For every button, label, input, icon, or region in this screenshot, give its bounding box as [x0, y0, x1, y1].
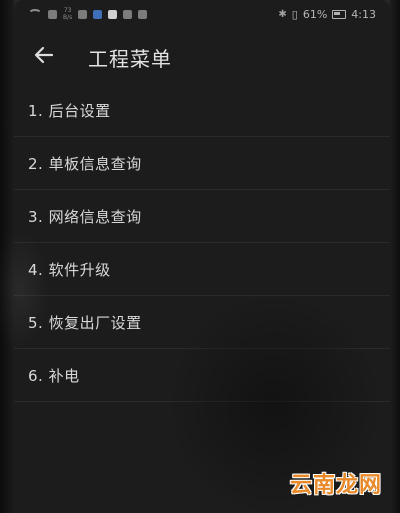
- bluetooth-icon: ✱: [278, 9, 287, 20]
- menu-item-network-info[interactable]: 3. 网络信息查询: [14, 190, 390, 243]
- vibrate-icon: ▯: [291, 8, 298, 21]
- app-notification-icon-blue: [93, 9, 103, 19]
- menu-item-label: 3. 网络信息查询: [28, 207, 142, 226]
- menu-item-board-info[interactable]: 2. 单板信息查询: [14, 137, 390, 190]
- menu-item-factory-reset[interactable]: 5. 恢复出厂设置: [14, 296, 390, 349]
- menu-item-software-upgrade[interactable]: 4. 软件升级: [14, 243, 390, 296]
- battery-icon: [332, 10, 347, 19]
- status-right-group: ✱ ▯ 61% 4:13: [278, 8, 376, 21]
- network-speed-unit: B/s: [63, 14, 73, 21]
- menu-item-background-settings[interactable]: 1. 后台设置: [14, 84, 390, 137]
- menu-item-battery-recharge[interactable]: 6. 补电: [14, 349, 390, 402]
- wifi-icon: [28, 9, 42, 19]
- battery-percent: 61%: [302, 8, 328, 21]
- status-bar: 73 B/s ✱ ▯ 61% 4:13: [14, 0, 390, 30]
- menu-item-label: 1. 后台设置: [28, 101, 111, 120]
- menu-item-label: 4. 软件升级: [28, 260, 111, 279]
- status-left-group: 73 B/s: [28, 7, 148, 21]
- page-title: 工程菜单: [88, 47, 172, 71]
- app-toolbar: 工程菜单: [14, 35, 390, 79]
- network-speed-value: 73: [63, 7, 72, 14]
- back-arrow-icon: [34, 46, 54, 64]
- app-notification-icon: [78, 9, 88, 19]
- network-speed: 73 B/s: [63, 7, 72, 21]
- heart-icon: [138, 9, 148, 19]
- app-notification-icon-white: [108, 9, 118, 19]
- engineering-menu-list: 1. 后台设置 2. 单板信息查询 3. 网络信息查询 4. 软件升级 5. 恢…: [14, 84, 390, 402]
- menu-item-label: 2. 单板信息查询: [28, 154, 142, 173]
- menu-item-label: 5. 恢复出厂设置: [28, 313, 142, 332]
- airplane-icon: [48, 9, 57, 19]
- phone-bezel-left: [0, 0, 14, 513]
- watermark-logo: 云南龙网: [289, 473, 382, 498]
- shield-icon: [123, 9, 133, 19]
- menu-item-label: 6. 补电: [28, 366, 80, 385]
- phone-screen: 73 B/s ✱ ▯ 61% 4:13 工程菜单 1. 后台设置 2. 单板信息…: [14, 0, 390, 513]
- back-button[interactable]: [32, 43, 56, 67]
- phone-photo: 73 B/s ✱ ▯ 61% 4:13 工程菜单 1. 后台设置 2. 单板信息…: [0, 0, 400, 513]
- phone-bezel-right: [390, 0, 400, 513]
- status-time: 4:13: [351, 8, 376, 21]
